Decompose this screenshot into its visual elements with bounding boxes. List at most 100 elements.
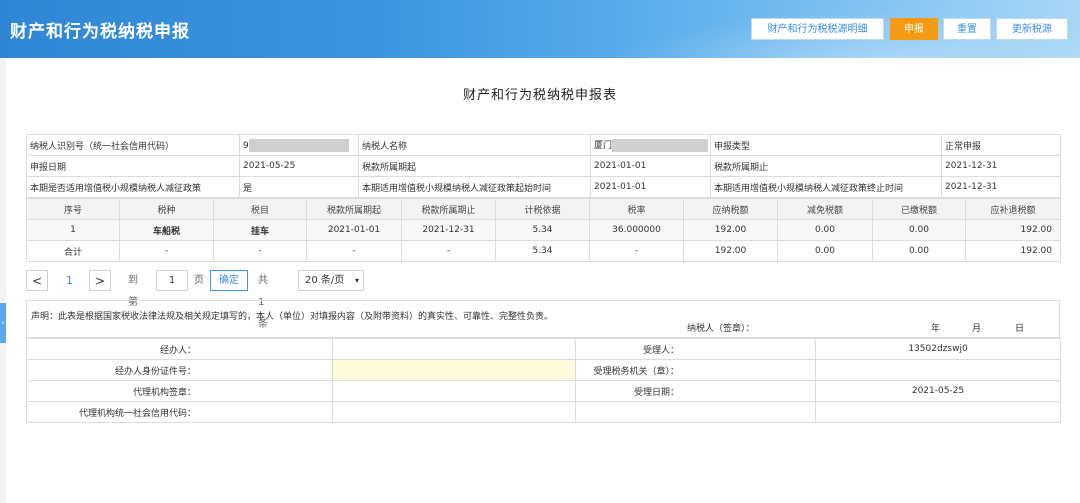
- left-sidebar-edge: [0, 58, 6, 503]
- tax-source-detail-button[interactable]: 财产和行为税税源明细: [751, 18, 884, 40]
- table-header-row: 序号 税种 税目 税款所属期起 税款所属期止 计税依据 税率 应纳税额 减免税额…: [26, 198, 1061, 220]
- column-header: 应纳税额: [683, 198, 778, 220]
- agency-seal-field[interactable]: [332, 380, 576, 402]
- agency-code-label: 代理机构统一社会信用代码：: [26, 401, 333, 423]
- table-cell: -: [119, 240, 214, 262]
- month-label: 月: [972, 324, 982, 334]
- table-cell: 36.000000: [589, 219, 684, 241]
- reset-button[interactable]: 重置: [943, 18, 991, 40]
- policy-start-label: 本期适用增值税小规模纳税人减征政策起始时间: [358, 176, 591, 198]
- table-row[interactable]: 1 车船税 挂车 2021-01-01 2021-12-31 5.34 36.0…: [26, 219, 1061, 241]
- page-size-select[interactable]: 20 条/页 ▾: [298, 270, 364, 291]
- table-cell: 5.34: [495, 219, 590, 241]
- table-cell: 192.00: [683, 219, 778, 241]
- taxpayer-signature-label: 纳税人（签章）：: [687, 324, 755, 334]
- table-cell: 1: [26, 219, 120, 241]
- table-cell: 挂车: [213, 219, 307, 241]
- table-cell: 192.00: [683, 240, 778, 262]
- chevron-down-icon: ▾: [354, 276, 359, 285]
- agent-id-field[interactable]: [332, 359, 576, 381]
- column-header: 税款所属期起: [306, 198, 402, 220]
- table-cell: -: [401, 240, 496, 262]
- accept-date-label: 受理日期：: [575, 380, 816, 402]
- column-header: 减免税额: [777, 198, 873, 220]
- prev-page-button[interactable]: <: [26, 270, 48, 291]
- declaration-box: 声明：此表是根据国家税收法律法规及相关规定填写的，本人（单位）对填报内容（及附带…: [26, 300, 1060, 338]
- column-header: 税率: [589, 198, 684, 220]
- chevron-right-icon: ›: [1, 318, 5, 327]
- table-cell: -: [589, 240, 684, 262]
- policy-start-value: 2021-01-01: [590, 176, 711, 198]
- table-cell: 0.00: [872, 240, 966, 262]
- agent-label: 经办人：: [26, 338, 333, 360]
- empty-cell: [815, 401, 1061, 423]
- update-tax-source-button[interactable]: 更新税源: [996, 18, 1068, 40]
- form-title: 财产和行为税纳税申报表: [462, 88, 617, 103]
- column-header: 税目: [213, 198, 307, 220]
- table-cell: 192.00: [965, 219, 1061, 241]
- declaration-date-value: 2021-05-25: [239, 155, 359, 177]
- signature-table: 经办人： 受理人： 13502dzswj0 经办人身份证件号： 受理税务机关（章…: [26, 338, 1061, 423]
- submit-declaration-button[interactable]: 申报: [890, 18, 938, 40]
- table-cell: -: [213, 240, 307, 262]
- agent-id-label: 经办人身份证件号：: [26, 359, 333, 381]
- tax-office-label: 受理税务机关（章）：: [575, 359, 816, 381]
- period-end-label: 税款所属期止: [710, 155, 942, 177]
- policy-end-label: 本期适用增值税小规模纳税人减征政策终止时间: [710, 176, 942, 198]
- current-page-number[interactable]: 1: [66, 270, 73, 292]
- table-total-row: 合计 - - - - 5.34 - 192.00 0.00 0.00 192.0…: [26, 240, 1061, 262]
- empty-cell: [575, 401, 816, 423]
- receiver-label: 受理人：: [575, 338, 816, 360]
- table-cell: -: [306, 240, 402, 262]
- tax-office-value: [815, 359, 1061, 381]
- column-header: 税款所属期止: [401, 198, 496, 220]
- sidebar-toggle-tab[interactable]: ›: [0, 303, 6, 343]
- period-start-value: 2021-01-01: [590, 155, 711, 177]
- goto-confirm-button[interactable]: 确定: [210, 270, 248, 291]
- column-header: 计税依据: [495, 198, 590, 220]
- redacted-mask: [612, 139, 709, 152]
- receiver-value: 13502dzswj0: [815, 338, 1061, 360]
- accept-date-value: 2021-05-25: [815, 380, 1061, 402]
- agency-code-field[interactable]: [332, 401, 576, 423]
- declaration-statement: 声明：此表是根据国家税收法律法规及相关规定填写的，本人（单位）对填报内容（及附带…: [31, 312, 554, 322]
- period-end-value: 2021-12-31: [941, 155, 1061, 177]
- taxpayer-name-label: 纳税人名称: [358, 134, 591, 156]
- column-header: 应补退税额: [965, 198, 1061, 220]
- next-page-button[interactable]: >: [89, 270, 111, 291]
- agent-field[interactable]: [332, 338, 576, 360]
- declaration-date-label: 申报日期: [26, 155, 240, 177]
- taxpayer-id-value: 9: [239, 134, 359, 156]
- table-cell: 5.34: [495, 240, 590, 262]
- table-cell: 车船税: [119, 219, 214, 241]
- table-cell: 2021-01-01: [306, 219, 402, 241]
- table-cell: 192.00: [965, 240, 1061, 262]
- table-cell: 0.00: [777, 219, 873, 241]
- taxpayer-info-table: 纳税人识别号（统一社会信用代码） 9 纳税人名称 厦门 申报类型 正常申报 申报…: [26, 134, 1061, 198]
- policy-end-value: 2021-12-31: [941, 176, 1061, 198]
- declaration-type-label: 申报类型: [710, 134, 942, 156]
- day-label: 日: [1015, 324, 1025, 334]
- app-title: 财产和行为税纳税申报: [10, 22, 190, 42]
- column-header: 序号: [26, 198, 120, 220]
- page-unit-label: 页: [194, 275, 204, 286]
- policy-label: 本期是否适用增值税小规模纳税人减征政策: [26, 176, 240, 198]
- declaration-type-value: 正常申报: [941, 134, 1061, 156]
- taxpayer-id-label: 纳税人识别号（统一社会信用代码）: [26, 134, 240, 156]
- goto-page-input[interactable]: 1: [156, 270, 188, 291]
- year-label: 年: [931, 324, 941, 334]
- tax-detail-table: 序号 税种 税目 税款所属期起 税款所属期止 计税依据 税率 应纳税额 减免税额…: [26, 198, 1061, 262]
- table-cell: 2021-12-31: [401, 219, 496, 241]
- policy-value: 是: [239, 176, 359, 198]
- redacted-mask: [248, 138, 349, 152]
- column-header: 税种: [119, 198, 214, 220]
- table-cell: 合计: [26, 240, 120, 262]
- period-start-label: 税款所属期起: [358, 155, 591, 177]
- column-header: 已缴税额: [872, 198, 966, 220]
- taxpayer-name-value: 厦门: [590, 134, 711, 156]
- table-cell: 0.00: [777, 240, 873, 262]
- page-size-value: 20 条/页: [305, 275, 345, 286]
- page-header: 财产和行为税纳税申报 财产和行为税税源明细 申报 重置 更新税源: [0, 0, 1080, 58]
- agency-seal-label: 代理机构签章：: [26, 380, 333, 402]
- table-cell: 0.00: [872, 219, 966, 241]
